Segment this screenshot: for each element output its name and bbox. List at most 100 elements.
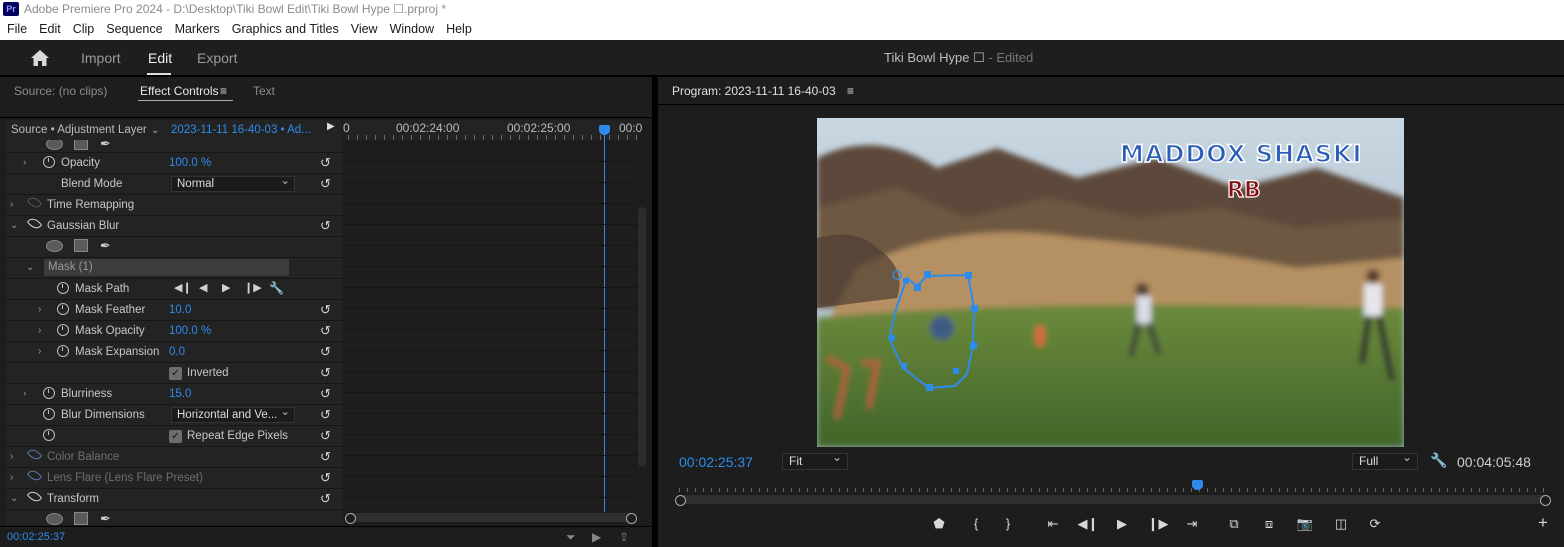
mask-expansion-value[interactable]: 0.0 — [169, 346, 185, 358]
eye-off-icon[interactable] — [26, 446, 43, 463]
filter-icon[interactable]: ⏷ — [566, 530, 576, 545]
pen-mask-icon[interactable]: ✒ — [100, 140, 111, 152]
tab-source[interactable]: Source: (no clips) — [14, 84, 107, 98]
blur-dimensions-dropdown[interactable]: Horizontal and Ve... — [171, 405, 295, 423]
pen-mask-icon[interactable]: ✒ — [100, 238, 111, 254]
eye-icon[interactable] — [26, 488, 43, 505]
play-audio-icon[interactable]: ▶ — [592, 530, 601, 544]
mark-out-icon[interactable]: } — [997, 516, 1019, 531]
track-backward-one-frame-icon[interactable]: ◀ — [199, 281, 207, 294]
export-frame-icon[interactable]: 📷 — [1294, 516, 1316, 532]
reset-icon[interactable]: ↺ — [320, 491, 331, 507]
chevron-down-icon[interactable]: ⌄ — [26, 262, 34, 273]
chevron-right-icon[interactable]: › — [10, 199, 13, 210]
zoom-scrollbar[interactable] — [675, 495, 1551, 506]
chevron-right-icon[interactable]: › — [38, 346, 41, 357]
stopwatch-icon[interactable] — [43, 387, 55, 399]
resolution-dropdown[interactable]: Full — [1352, 450, 1418, 470]
eye-icon[interactable] — [26, 215, 43, 232]
effect-controls-timeline[interactable]: 0 00:02:24:00 00:02:25:00 00:0 — [343, 120, 642, 518]
stopwatch-icon[interactable] — [57, 345, 69, 357]
menu-file[interactable]: File — [0, 22, 33, 36]
horizontal-scrollbar[interactable] — [345, 513, 637, 524]
step-forward-icon[interactable]: ❙▶ — [1147, 516, 1169, 532]
tab-import[interactable]: Import — [81, 50, 121, 66]
insert-icon[interactable]: ⧉ — [1223, 516, 1245, 532]
reset-icon[interactable]: ↺ — [320, 176, 331, 192]
go-to-out-icon[interactable]: ⇥ — [1181, 516, 1203, 532]
settings-wrench-icon[interactable]: 🔧 — [1430, 452, 1447, 469]
clip-selector[interactable]: 2023-11-11 16-40-03 • Ad... — [171, 124, 311, 136]
source-selector[interactable]: Source • Adjustment Layer — [6, 124, 151, 136]
reset-icon[interactable]: ↺ — [320, 155, 331, 171]
mask-feather-value[interactable]: 10.0 — [169, 304, 191, 316]
reset-icon[interactable]: ↺ — [320, 449, 331, 465]
program-title-label[interactable]: Program: 2023-11-11 16-40-03 — [672, 84, 836, 98]
mask-label[interactable]: Mask (1) — [44, 259, 289, 276]
tab-effect-controls[interactable]: Effect Controls — [140, 84, 218, 98]
stopwatch-icon[interactable] — [43, 429, 55, 441]
chevron-right-icon[interactable]: › — [23, 388, 26, 399]
pen-mask-icon[interactable]: ✒ — [100, 511, 111, 525]
chevron-right-icon[interactable]: › — [10, 451, 13, 462]
track-forward-icon[interactable]: ❙▶ — [244, 281, 262, 294]
tab-edit[interactable]: Edit — [148, 50, 172, 66]
menu-window[interactable]: Window — [384, 22, 440, 36]
play-icon[interactable]: ▶ — [1111, 516, 1133, 532]
blend-mode-dropdown[interactable]: Normal — [171, 174, 295, 192]
inverted-checkbox[interactable]: ✓ — [169, 367, 182, 380]
menu-clip[interactable]: Clip — [67, 22, 101, 36]
reset-icon[interactable]: ↺ — [320, 344, 331, 360]
mask-opacity-value[interactable]: 100.0 % — [169, 325, 211, 337]
overwrite-icon[interactable]: ⧈ — [1258, 516, 1280, 532]
mark-in-icon[interactable]: { — [965, 516, 987, 531]
rectangle-mask-icon[interactable] — [74, 512, 88, 525]
reset-icon[interactable]: ↺ — [320, 428, 331, 444]
panel-menu-icon[interactable]: ≡ — [220, 84, 227, 98]
track-forward-one-frame-icon[interactable]: ▶ — [222, 281, 230, 294]
program-ruler[interactable] — [675, 480, 1547, 494]
zoom-dropdown[interactable]: Fit — [782, 450, 848, 470]
reset-icon[interactable]: ↺ — [320, 323, 331, 339]
chevron-right-icon[interactable]: › — [38, 304, 41, 315]
wrench-icon[interactable]: 🔧 — [269, 281, 284, 295]
repeat-edge-checkbox[interactable]: ✓ — [169, 430, 182, 443]
tab-export[interactable]: Export — [197, 50, 237, 66]
chevron-down-icon[interactable]: ⌄ — [10, 493, 18, 504]
export-icon[interactable]: ⇪ — [619, 530, 629, 544]
stopwatch-icon[interactable] — [43, 156, 55, 168]
chevron-right-icon[interactable]: › — [10, 472, 13, 483]
menu-view[interactable]: View — [345, 22, 384, 36]
stopwatch-icon[interactable] — [57, 282, 69, 294]
stopwatch-icon[interactable] — [43, 408, 55, 420]
playhead-timecode[interactable]: 00:02:25:37 — [679, 454, 753, 470]
vertical-scrollbar[interactable] — [638, 207, 646, 467]
timeline-ruler[interactable]: 0 00:02:24:00 00:02:25:00 00:0 — [343, 120, 642, 140]
step-back-icon[interactable]: ◀❙ — [1077, 516, 1099, 532]
button-editor-plus-icon[interactable]: + — [1532, 513, 1554, 533]
ellipse-mask-icon[interactable] — [46, 240, 63, 252]
video-preview[interactable]: MADDOX SHASKI RB — [817, 118, 1404, 447]
comparison-view-icon[interactable]: ◫ — [1330, 516, 1352, 532]
eye-off-icon[interactable] — [26, 467, 43, 484]
chevron-right-icon[interactable]: › — [38, 325, 41, 336]
stopwatch-icon[interactable] — [57, 303, 69, 315]
track-backward-icon[interactable]: ◀❙ — [174, 281, 192, 294]
blurriness-value[interactable]: 15.0 — [169, 388, 191, 400]
reset-icon[interactable]: ↺ — [320, 365, 331, 381]
menu-markers[interactable]: Markers — [169, 22, 226, 36]
add-marker-icon[interactable]: ⬟ — [928, 516, 950, 532]
go-to-in-icon[interactable]: ⇤ — [1042, 516, 1064, 532]
opacity-value[interactable]: 100.0 % — [169, 157, 211, 169]
chevron-down-icon[interactable]: ⌄ — [10, 220, 18, 231]
rectangle-mask-icon[interactable] — [74, 140, 88, 150]
stopwatch-icon[interactable] — [57, 324, 69, 336]
current-timecode[interactable]: 00:02:25:37 — [7, 531, 65, 543]
chevron-right-icon[interactable]: › — [23, 157, 26, 168]
reset-icon[interactable]: ↺ — [320, 470, 331, 486]
play-triangle-icon[interactable]: ▶ — [327, 121, 335, 132]
ellipse-mask-icon[interactable] — [46, 513, 63, 525]
panel-menu-icon[interactable]: ≡ — [847, 84, 854, 98]
reset-icon[interactable]: ↺ — [320, 386, 331, 402]
ellipse-mask-icon[interactable] — [46, 140, 63, 150]
